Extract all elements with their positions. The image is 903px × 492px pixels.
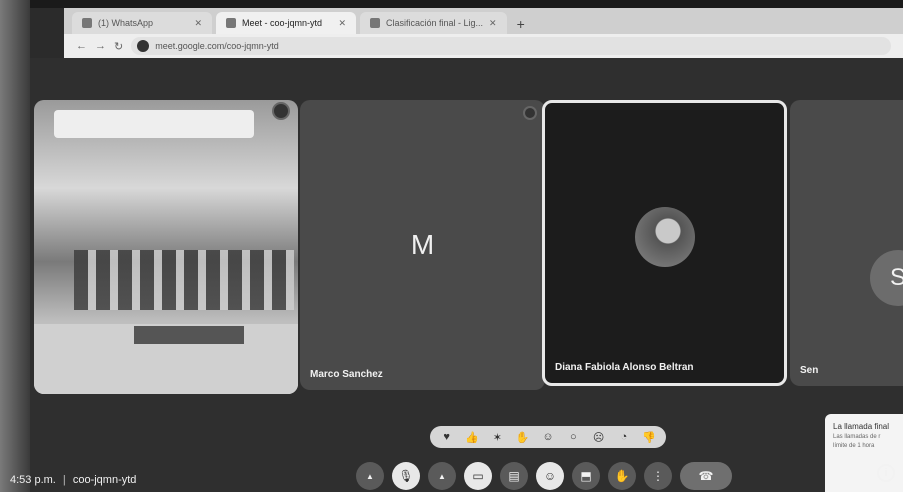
participant-tile-diana[interactable]: Diana Fabiola Alonso Beltran	[542, 100, 787, 386]
back-arrow-icon[interactable]: ←	[76, 40, 87, 52]
camera-button[interactable]: ▭	[464, 462, 492, 490]
tab-label: Meet - coo-jqmn-ytd	[242, 18, 323, 28]
end-call-button[interactable]: ☎	[680, 462, 732, 490]
ceiling-light	[54, 110, 254, 138]
participant-name: Marco Sanchez	[310, 369, 383, 380]
notification-title: La llamada final	[833, 422, 890, 431]
url-field[interactable]: meet.google.com/coo-jqmn-ytd	[131, 37, 891, 55]
participant-tile-room[interactable]	[34, 100, 298, 394]
present-icon: ⬒	[580, 469, 592, 483]
participant-name: Diana Fabiola Alonso Beltran	[555, 362, 694, 373]
surprised-icon[interactable]: ○	[565, 429, 581, 445]
reactions-bar: ♥ 👍 ✶ ✋ ☺ ○ ☹ ◔ 👎	[430, 426, 666, 448]
info-icon: i	[884, 467, 888, 479]
avatar-letter: M	[410, 229, 435, 260]
close-icon[interactable]: ✕	[338, 18, 346, 29]
hang-up-icon: ☎	[698, 469, 714, 483]
party-icon[interactable]: ✶	[489, 429, 505, 445]
camera-options-button[interactable]: ▲	[428, 462, 456, 490]
heart-icon[interactable]: ♥	[439, 429, 455, 445]
notification-toast[interactable]: La llamada final Las llamadas de r límit…	[825, 414, 903, 492]
whatsapp-icon	[82, 18, 92, 28]
audio-indicator-icon	[272, 102, 290, 120]
meeting-code: coo-jqmn-ytd	[72, 474, 137, 486]
hand-icon: ✋	[614, 469, 630, 483]
chevron-up-icon: ▲	[438, 471, 446, 481]
notification-text: límite de 1 hora	[833, 443, 875, 449]
tab-meet[interactable]: Meet - coo-jqmn-ytd ✕	[216, 12, 356, 34]
audience	[74, 250, 294, 310]
emoji-button[interactable]: ☺	[536, 462, 564, 490]
tab-label: Clasificación final - Lig...	[386, 18, 484, 28]
clock-time: 4:53 p.m.	[10, 474, 56, 486]
close-icon[interactable]: ✕	[489, 18, 497, 29]
participant-name: Sen	[800, 365, 819, 376]
captions-button[interactable]: ▤	[500, 462, 528, 490]
tab-whatsapp[interactable]: (1) WhatsApp ✕	[72, 12, 212, 34]
audio-indicator-icon	[523, 106, 537, 120]
call-controls: ▲ 🎙 ▲ ▭ ▤ ☺ ⬒ ✋ ⋮ ☎	[356, 460, 732, 492]
address-bar: ← → ↻ meet.google.com/coo-jqmn-ytd	[64, 34, 903, 58]
meet-icon	[226, 18, 236, 28]
room-video	[34, 100, 298, 394]
close-icon[interactable]: ✕	[194, 18, 202, 29]
forward-arrow-icon[interactable]: →	[95, 40, 106, 52]
separator: |	[62, 474, 66, 486]
new-tab-button[interactable]: +	[511, 16, 531, 34]
mic-button[interactable]: 🎙	[392, 462, 420, 490]
raise-hand-button[interactable]: ✋	[608, 462, 636, 490]
browser-tabs-bar: (1) WhatsApp ✕ Meet - coo-jqmn-ytd ✕ Cla…	[64, 8, 903, 34]
avatar	[634, 207, 695, 268]
avatar: S	[870, 250, 903, 306]
meeting-details-button[interactable]: i	[877, 464, 895, 482]
chevron-up-icon: ▲	[366, 471, 374, 481]
url-text: meet.google.com/coo-jqmn-ytd	[155, 41, 279, 51]
more-options-button[interactable]: ⋮	[644, 462, 672, 490]
bezel-top	[0, 0, 903, 8]
meeting-info: 4:53 p.m. | coo-jqmn-ytd	[10, 474, 136, 486]
thumbs-up-icon[interactable]: 👍	[464, 429, 480, 445]
participant-tile-marco[interactable]: M Marco Sanchez	[300, 100, 545, 390]
reload-icon[interactable]: ↻	[114, 40, 123, 53]
site-info-icon[interactable]	[137, 40, 150, 52]
avatar-letter: S	[889, 264, 903, 291]
screen: (1) WhatsApp ✕ Meet - coo-jqmn-ytd ✕ Cla…	[0, 0, 903, 492]
rug	[134, 326, 244, 344]
clap-icon[interactable]: ✋	[515, 429, 531, 445]
camera-off-icon: ▭	[472, 469, 484, 483]
participant-tile-sen[interactable]: S Sen	[790, 100, 903, 386]
more-vert-icon: ⋮	[652, 469, 664, 483]
thumbs-down-icon[interactable]: 👎	[641, 429, 657, 445]
captions-icon: ▤	[508, 469, 520, 483]
mic-off-icon: 🎙	[398, 469, 414, 483]
thinking-icon[interactable]: ◔	[616, 429, 632, 445]
laugh-icon[interactable]: ☺	[540, 429, 556, 445]
emoji-icon: ☺	[543, 469, 557, 483]
notification-text: Las llamadas de r	[833, 434, 881, 440]
bezel-left	[0, 0, 30, 492]
doc-icon	[370, 18, 380, 28]
tab-results[interactable]: Clasificación final - Lig... ✕	[360, 12, 507, 34]
tab-label: (1) WhatsApp	[98, 18, 154, 28]
sad-icon[interactable]: ☹	[591, 429, 607, 445]
mic-options-button[interactable]: ▲	[356, 462, 384, 490]
present-button[interactable]: ⬒	[572, 462, 600, 490]
